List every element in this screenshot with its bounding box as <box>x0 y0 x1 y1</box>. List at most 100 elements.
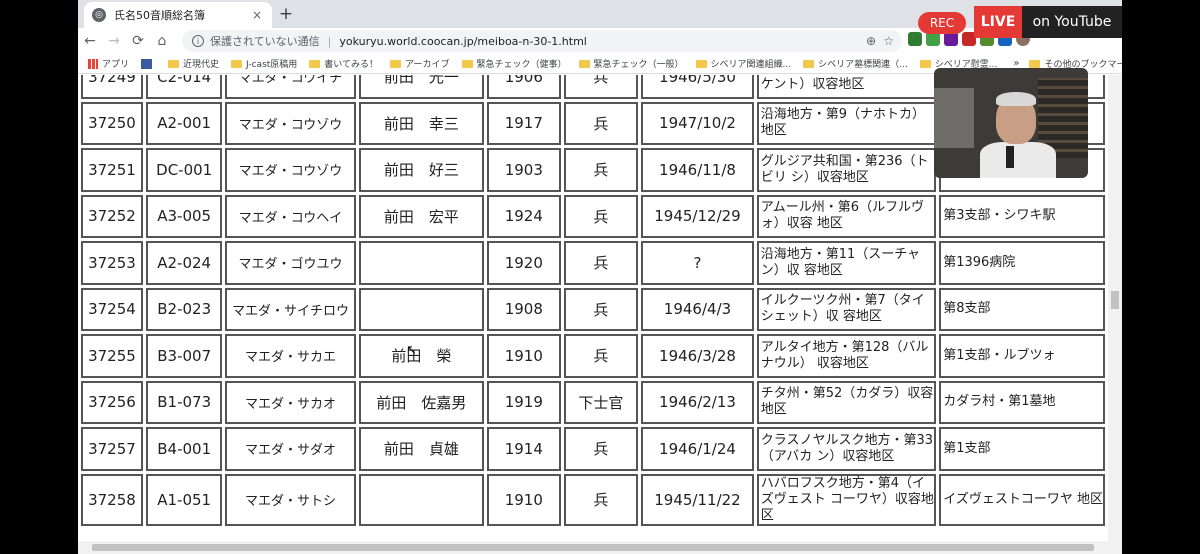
record-number-cell: 37256 <box>81 380 143 424</box>
address-separator: | <box>327 34 332 48</box>
record-number-cell: 37254 <box>81 287 143 331</box>
code-cell: B3-007 <box>145 334 223 378</box>
pen-icon[interactable] <box>908 32 922 46</box>
name-kanji-cell <box>358 287 485 331</box>
name-kanji-cell: 前田 宏平 <box>358 194 485 238</box>
table-row: 37252 A3-005 マエダ・コウヘイ 前田 宏平 1924 兵 1945/12/29 ア… <box>81 194 1105 238</box>
birth-year-cell: 1919 <box>487 380 561 424</box>
bookmark-apps[interactable]: アプリ <box>88 57 129 70</box>
camp-region-cell: グルジア共和国・第236（トビリ シ）収容地区 <box>756 148 937 192</box>
death-date-cell: 1946/4/3 <box>641 287 754 331</box>
birth-year-cell: 1903 <box>487 148 561 192</box>
home-button[interactable]: ⌂ <box>150 33 174 49</box>
birth-year-cell: 1908 <box>487 287 561 331</box>
table-row: 37253 A2-024 マエダ・ゴウユウ 1920 兵? 沿海地方・第11（スーチャン）… <box>81 241 1105 285</box>
bookmark-folder[interactable]: シベリア墓標関連（... <box>803 57 908 70</box>
zoom-icon[interactable]: ⊕ <box>866 34 876 48</box>
death-date-cell: ? <box>641 241 754 285</box>
table-row: 37254 B2-023 マエダ・サイチロウ 1908 兵 1946/4/3 イルクーツク州… <box>81 287 1105 331</box>
browser-toolbar: ← → ⟳ ⌂ i 保護されていない通信 | yokuryu.world.coo… <box>78 28 1122 54</box>
code-cell: A2-001 <box>145 101 223 145</box>
evernote-icon[interactable] <box>926 32 940 46</box>
bookmark-favicon-icon <box>141 58 153 69</box>
record-number-cell: 37258 <box>81 473 143 526</box>
name-kana-cell: マエダ・サカエ <box>225 334 356 378</box>
burial-site-cell: カダラ村・第1墓地 <box>939 380 1105 424</box>
close-tab-button[interactable]: × <box>250 8 264 22</box>
camp-region-cell: チタ州・第52（カダラ）収容地区 <box>756 380 937 424</box>
birth-year-cell: 1910 <box>487 334 561 378</box>
bookmark-star-icon[interactable]: ☆ <box>883 34 894 48</box>
name-kanji-cell <box>358 241 485 285</box>
birth-year-cell: 1910 <box>487 473 561 526</box>
bookmark-folder[interactable]: 緊急チェック（健事） <box>461 57 567 70</box>
death-date-cell: 1946/5/30 <box>641 75 754 99</box>
presenter-hair <box>996 92 1036 106</box>
new-tab-button[interactable]: + <box>276 4 296 24</box>
rank-cell: 兵 <box>563 334 639 378</box>
record-number-cell: 37253 <box>81 241 143 285</box>
death-date-cell: 1945/12/29 <box>641 194 754 238</box>
birth-year-cell: 1906 <box>487 75 561 99</box>
rank-cell: 兵 <box>563 194 639 238</box>
bookmark-folder[interactable]: 近現代史 <box>168 57 219 70</box>
rank-cell: 兵 <box>563 75 639 99</box>
info-icon[interactable]: i <box>192 35 204 47</box>
table-row: 37257 B4-001 マエダ・サダオ 前田 貞雄 1914 兵 1946/1/24 クラス… <box>81 427 1105 471</box>
scroll-thumb[interactable] <box>92 544 1094 551</box>
name-kanji-cell: 前田 幸三 <box>358 101 485 145</box>
birth-year-cell: 1914 <box>487 427 561 471</box>
browser-tab[interactable]: ◎ 氏名50音順総名簿 × <box>84 2 272 28</box>
vertical-scrollbar[interactable] <box>1108 75 1122 541</box>
code-cell: DC-001 <box>145 148 223 192</box>
security-status: 保護されていない通信 <box>210 35 320 48</box>
camp-region-cell: アルタイ地方・第128（バルナウル） 収容地区 <box>756 334 937 378</box>
scroll-thumb[interactable] <box>1111 291 1119 309</box>
name-kana-cell: マエダ・コウイチ <box>225 75 356 99</box>
rec-badge: REC <box>918 12 966 34</box>
name-kanji-cell: 前田 貞雄 <box>358 427 485 471</box>
folder-icon <box>578 59 590 68</box>
bookmark-folder[interactable]: 書いてみる！ <box>309 57 378 70</box>
table-row: 37256 B1-073 マエダ・サカオ 前田 佐嘉男 1919 下士官 1946/2/13… <box>81 380 1105 424</box>
name-kana-cell: マエダ・コウゾウ <box>225 101 356 145</box>
url-text[interactable]: yokuryu.world.coocan.jp/meiboa-n-30-1.ht… <box>339 35 586 48</box>
back-button[interactable]: ← <box>78 33 102 49</box>
bookmark-folder[interactable]: アーカイブ <box>390 57 450 70</box>
name-kanji-cell: 前田 好三 <box>358 148 485 192</box>
camp-region-cell: 沿海地方・第11（スーチャン）収 容地区 <box>756 241 937 285</box>
camp-region-cell: アムール州・第6（ルフルヴォ）収容 地区 <box>756 194 937 238</box>
camp-region-cell: クラスノヤルスク地方・第33（アバカ ン）収容地区 <box>756 427 937 471</box>
bookmark-item[interactable] <box>141 58 156 69</box>
death-date-cell: 1946/11/8 <box>641 148 754 192</box>
name-kanji-cell: 前田 光一 <box>358 75 485 99</box>
name-kanji-cell <box>358 473 485 526</box>
code-cell: B1-073 <box>145 380 223 424</box>
name-kana-cell: マエダ・サイチロウ <box>225 287 356 331</box>
name-kanji-cell: 前田 榮 <box>358 334 485 378</box>
code-cell: A3-005 <box>145 194 223 238</box>
folder-icon <box>461 59 473 68</box>
extension-icon[interactable] <box>944 32 958 46</box>
camp-region-cell: イルクーツク州・第7（タイシェット）収 容地区 <box>756 287 937 331</box>
camp-region-cell: 沿海地方・第9（ナホトカ） 地区 <box>756 101 937 145</box>
bookmark-folder[interactable]: 緊急チェック（一般） <box>578 57 684 70</box>
code-cell: A2-024 <box>145 241 223 285</box>
bookmark-folder[interactable]: J-cast原稿用 <box>231 57 297 70</box>
forward-button[interactable]: → <box>102 33 126 49</box>
burial-site-cell: 第1支部・ルブツォ <box>939 334 1105 378</box>
horizontal-scrollbar[interactable] <box>78 541 1122 554</box>
code-cell: B2-023 <box>145 287 223 331</box>
address-bar[interactable]: i 保護されていない通信 | yokuryu.world.coocan.jp/m… <box>182 30 902 52</box>
birth-year-cell: 1924 <box>487 194 561 238</box>
record-number-cell: 37250 <box>81 101 143 145</box>
rank-cell: 兵 <box>563 473 639 526</box>
folder-icon <box>231 59 243 68</box>
name-kana-cell: マエダ・ゴウユウ <box>225 241 356 285</box>
folder-icon <box>919 59 931 68</box>
reload-button[interactable]: ⟳ <box>126 33 150 49</box>
camp-region-cell: ウズベキスタン共和国・第 シケント）収容地区 <box>756 75 937 99</box>
presenter-shirt <box>980 142 1056 178</box>
bookmark-folder[interactable]: シベリア関連組織... <box>695 57 791 70</box>
mouse-cursor-icon: ↖ <box>406 343 417 358</box>
